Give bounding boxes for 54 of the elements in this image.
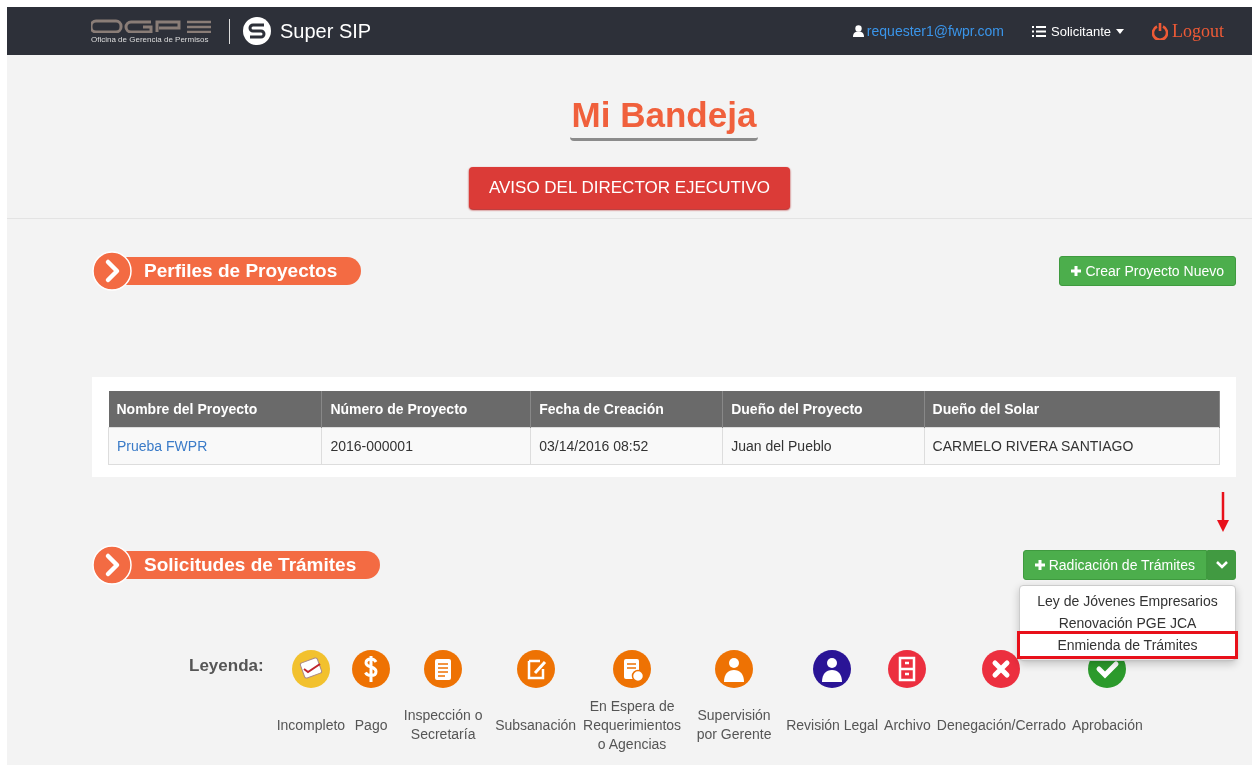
logout-link[interactable]: Logout xyxy=(1152,20,1224,42)
checklist-icon xyxy=(290,649,331,689)
plus-icon xyxy=(1071,266,1082,276)
column-header: Dueño del Proyecto xyxy=(722,391,925,428)
plus-icon xyxy=(1034,560,1045,570)
menu-item[interactable]: Enmienda de Trámites xyxy=(1020,634,1235,656)
column-header: Fecha de Creación xyxy=(530,391,723,428)
legend-label: Inspección o Secretaría xyxy=(402,706,484,744)
page-title: Mi Bandeja xyxy=(569,95,759,141)
caret-icon xyxy=(1116,28,1124,34)
legend-label: Pago xyxy=(354,715,388,735)
person-icon xyxy=(714,649,755,689)
legend-label: Subsanación xyxy=(495,715,577,735)
column-header: Nombre del Proyecto xyxy=(108,391,322,428)
table-cell: CARMELO RIVERA SANTIAGO xyxy=(924,427,1220,465)
role-dropdown[interactable]: Solicitante xyxy=(1032,23,1124,39)
legend-label: Denegación/Cerrado xyxy=(936,715,1066,735)
super-sip-logo-icon xyxy=(242,16,272,46)
cabinet-icon xyxy=(887,649,928,689)
power-icon xyxy=(1152,22,1168,40)
person-icon xyxy=(812,649,853,689)
clipboard-icon xyxy=(423,649,464,689)
notice-button[interactable]: AVISO DEL DIRECTOR EJECUTIVO xyxy=(468,167,791,209)
legend-label: Archivo xyxy=(884,715,931,735)
user-icon xyxy=(852,25,864,37)
legend-label: Incompleto xyxy=(276,715,346,735)
chevron-icon xyxy=(92,545,132,585)
table-cell: Juan del Pueblo xyxy=(722,427,925,465)
column-header: Número de Proyecto xyxy=(321,391,531,428)
close-icon xyxy=(981,649,1022,689)
create-project-button[interactable]: Crear Proyecto Nuevo xyxy=(1059,256,1236,286)
legend-label: Aprobación xyxy=(1071,715,1143,735)
chevron-icon xyxy=(92,251,132,291)
user-link[interactable]: requester1@fwpr.com xyxy=(852,23,1004,39)
organization-name: Oficina de Gerencia de Permisos xyxy=(91,34,210,44)
clipboard-clock-icon xyxy=(612,649,653,689)
edit-icon xyxy=(515,649,556,689)
chevron-down-icon xyxy=(1215,561,1228,569)
legend-label: Revisión Legal xyxy=(786,715,879,735)
dollar-icon xyxy=(351,649,392,689)
dropdown-toggle[interactable] xyxy=(1207,550,1236,580)
legend-title: Leyenda: xyxy=(189,656,264,676)
project-link[interactable]: Prueba FWPR xyxy=(108,427,322,465)
legend-label: Supervisión por Gerente xyxy=(695,706,773,744)
menu-item[interactable]: Ley de Jóvenes Empresarios xyxy=(1020,590,1235,612)
file-request-button[interactable]: Radicación de Trámites xyxy=(1022,550,1207,580)
table-cell: 03/14/2016 08:52 xyxy=(530,427,723,465)
column-header: Dueño del Solar xyxy=(924,391,1220,428)
legend-label: En Espera de Requerimientos o Agencias xyxy=(582,696,683,754)
arrow-drawing xyxy=(1217,492,1229,532)
menu-item[interactable]: Renovación PGE JCA xyxy=(1020,612,1235,634)
list-icon xyxy=(1032,25,1046,37)
table-cell: 2016-000001 xyxy=(321,427,531,465)
app-name: Super SIP xyxy=(280,19,372,43)
